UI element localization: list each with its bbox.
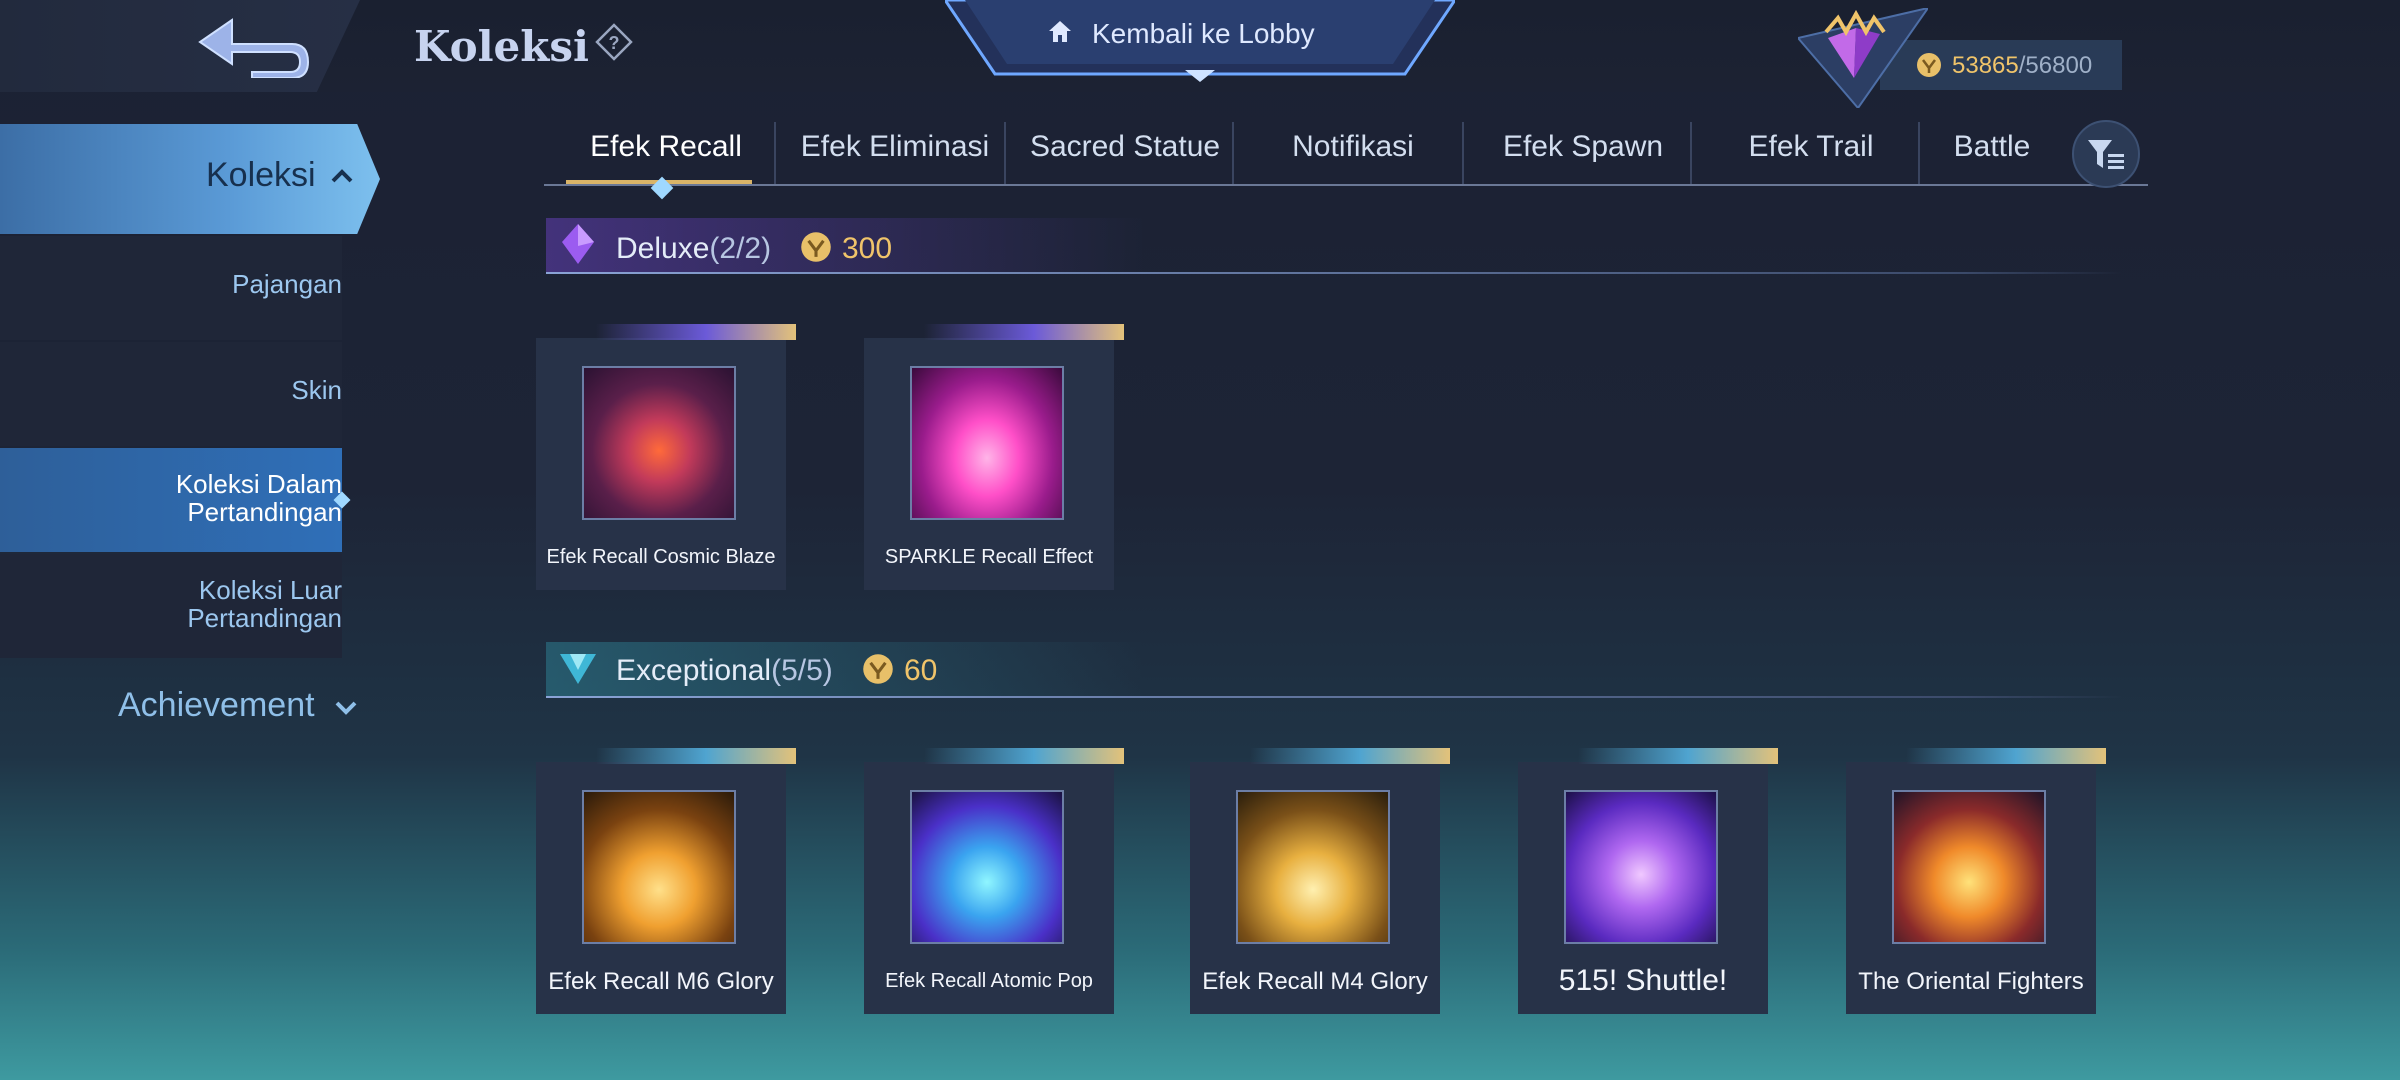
exceptional-gem-icon — [560, 654, 596, 684]
card-label: SPARKLE Recall Effect — [884, 546, 1094, 568]
sidebar-item-label: Pajangan — [232, 269, 342, 299]
section-title-exceptional: Exceptional(5/5) — [616, 654, 833, 687]
collection-card[interactable]: Efek Recall Atomic Pop — [864, 748, 1124, 1014]
tab-divider — [774, 122, 776, 184]
coin-icon — [800, 231, 832, 268]
filter-button[interactable] — [2072, 120, 2140, 188]
card-ribbon — [596, 748, 796, 764]
collection-card[interactable]: Efek Recall Cosmic Blaze — [536, 324, 796, 590]
card-label: Efek Recall Atomic Pop — [885, 970, 1093, 992]
collection-card[interactable]: The Oriental Fighters — [1846, 748, 2106, 1014]
collection-card[interactable]: Efek Recall M4 Glory — [1190, 748, 1450, 1014]
sidebar-koleksi-header[interactable] — [0, 124, 380, 234]
svg-text:?: ? — [609, 33, 620, 53]
page-title: Koleksi — [414, 22, 589, 71]
collection-card[interactable]: 515! Shuttle! — [1518, 748, 1778, 1014]
tab-sacred-statue[interactable]: Sacred Statue — [1018, 124, 1232, 184]
deluxe-gem-icon — [562, 224, 594, 264]
help-icon[interactable]: ? — [594, 22, 634, 62]
card-label: The Oriental Fighters — [1858, 968, 2084, 995]
rank-badge-icon — [1798, 8, 1928, 108]
sidebar-item-label: Koleksi Dalam Pertandingan — [175, 469, 342, 527]
back-button[interactable] — [0, 0, 360, 92]
section-divider — [546, 696, 2122, 698]
collection-card[interactable]: SPARKLE Recall Effect — [864, 324, 1124, 590]
tab-divider — [1232, 122, 1234, 184]
tab-battle[interactable]: Battle — [1932, 124, 2052, 184]
sidebar-item-label: Koleksi Luar Pertandingan — [187, 575, 342, 633]
sidebar-item-label: Skin — [291, 375, 342, 405]
card-ribbon — [596, 324, 796, 340]
tab-divider — [1918, 122, 1920, 184]
card-ribbon — [1250, 748, 1450, 764]
tab-efek-spawn[interactable]: Efek Spawn — [1476, 124, 1690, 184]
section-price-exceptional: 60 — [904, 654, 938, 687]
card-ribbon — [1906, 748, 2106, 764]
achievement-label: Achievement — [118, 686, 315, 724]
section-price-deluxe: 300 — [842, 232, 893, 265]
card-label: Efek Recall Cosmic Blaze — [546, 546, 776, 568]
oriental-fighters-thumbnail — [1892, 790, 2046, 944]
card-ribbon — [924, 324, 1124, 340]
home-icon — [1046, 18, 1074, 46]
section-divider — [546, 272, 2122, 274]
filter-icon — [2088, 140, 2124, 169]
cosmic-blaze-thumbnail — [582, 366, 736, 520]
sparkle-thumbnail — [910, 366, 1064, 520]
shuttle-thumbnail — [1564, 790, 1718, 944]
tab-efek-recall[interactable]: Efek Recall — [566, 124, 766, 184]
coin-icon — [1916, 52, 1942, 78]
m4-glory-thumbnail — [1236, 790, 1390, 944]
sidebar-koleksi-label: Koleksi — [206, 156, 316, 194]
atomic-pop-thumbnail — [910, 790, 1064, 944]
currency-value: 53865/56800 — [1952, 52, 2093, 79]
sidebar-achievement[interactable]: Achievement — [118, 686, 358, 725]
m6-glory-thumbnail — [582, 790, 736, 944]
card-label: 515! Shuttle! — [1558, 964, 1728, 997]
coin-icon — [862, 653, 894, 690]
tab-divider — [1004, 122, 1006, 184]
card-ribbon — [1578, 748, 1778, 764]
tab-divider — [1690, 122, 1692, 184]
tab-notifikasi[interactable]: Notifikasi — [1246, 124, 1460, 184]
tab-efek-eliminasi[interactable]: Efek Eliminasi — [790, 124, 1000, 184]
chevron-down-icon — [335, 701, 357, 715]
chevron-up-icon — [331, 169, 353, 183]
back-arrow-icon — [198, 18, 310, 78]
card-label: Efek Recall M4 Glory — [1202, 968, 1428, 995]
tab-divider — [1462, 122, 1464, 184]
card-label: Efek Recall M6 Glory — [548, 968, 774, 995]
collection-card[interactable]: Efek Recall M6 Glory — [536, 748, 796, 1014]
tab-efek-trail[interactable]: Efek Trail — [1704, 124, 1918, 184]
tab-underline — [544, 184, 2148, 186]
card-ribbon — [924, 748, 1124, 764]
lobby-label: Kembali ke Lobby — [1092, 18, 1315, 49]
section-title-deluxe: Deluxe(2/2) — [616, 232, 772, 265]
